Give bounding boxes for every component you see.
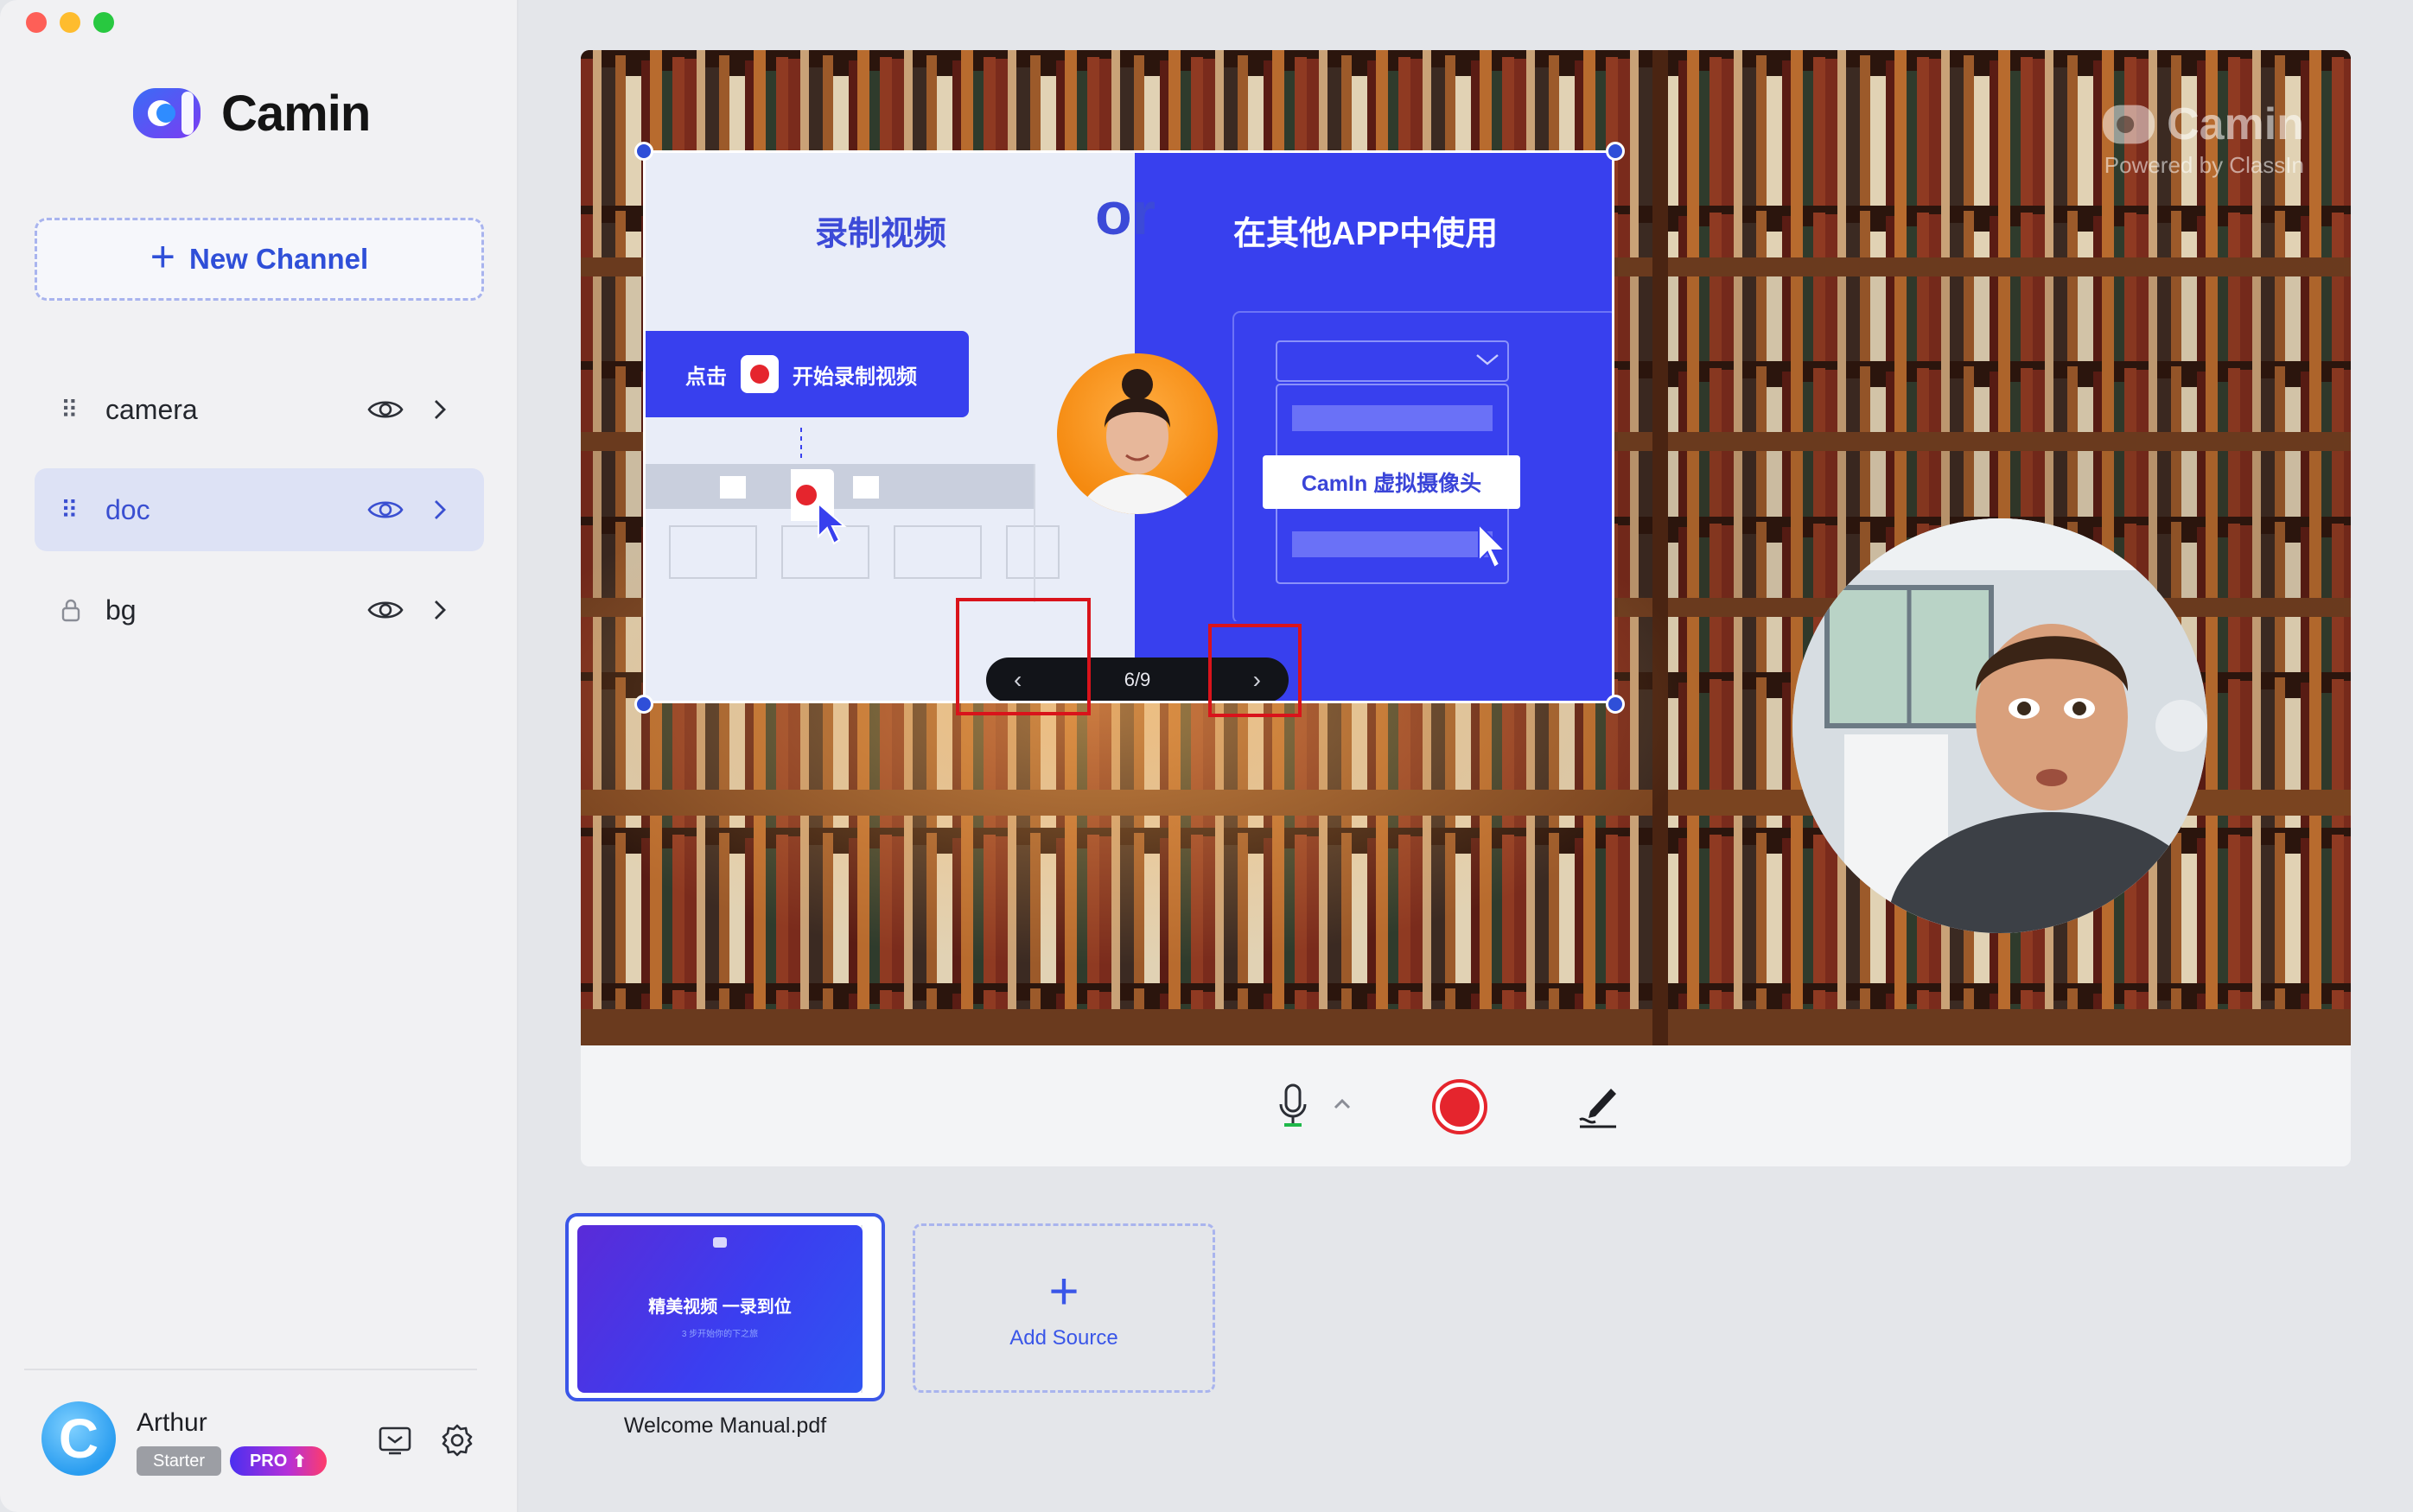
- highlight-box-prev: [956, 598, 1091, 715]
- channel-item-camera[interactable]: ⠿ camera: [35, 368, 484, 451]
- lock-icon: [61, 599, 80, 622]
- app-window: Camin + New Channel ⠿ camera ⠿ doc bg C …: [0, 0, 2413, 1512]
- microphone-icon[interactable]: [1277, 1082, 1308, 1130]
- doc-start-record-text: 开始录制视频: [793, 365, 917, 389]
- eye-icon[interactable]: [366, 597, 404, 623]
- sidebar-divider: [24, 1369, 477, 1370]
- stage-card: Camin Powered by ClassIn 录制视频 or 在其他APP中…: [581, 50, 2351, 1166]
- close-window-button[interactable]: [26, 12, 47, 33]
- watermark-subtitle: Powered by ClassIn: [2104, 152, 2304, 178]
- app-brand: Camin: [131, 83, 371, 143]
- add-source-button[interactable]: + Add Source: [913, 1223, 1215, 1393]
- settings-gear-icon[interactable]: [439, 1422, 475, 1458]
- eye-icon[interactable]: [366, 497, 404, 523]
- camin-watermark: Camin Powered by ClassIn: [2101, 98, 2304, 179]
- record-cursor-illustration: [791, 428, 847, 545]
- plus-icon: +: [1048, 1262, 1079, 1320]
- camera-feed-circle[interactable]: [1792, 518, 2207, 933]
- camin-watermark-logo-icon: [2102, 105, 2155, 144]
- chevron-up-icon[interactable]: [1333, 1097, 1352, 1111]
- camin-logo-icon: [133, 88, 201, 138]
- channel-item-doc[interactable]: ⠿ doc: [35, 468, 484, 551]
- record-mini-icon: [741, 355, 779, 393]
- feedback-icon[interactable]: [377, 1422, 413, 1458]
- arrow-up-icon: ⬆: [292, 1452, 308, 1471]
- record-button[interactable]: [1431, 1078, 1488, 1135]
- add-source-label: Add Source: [1009, 1326, 1118, 1350]
- app-name: Camin: [221, 85, 371, 142]
- chevron-right-icon[interactable]: [430, 497, 449, 523]
- presenter-photo: [1057, 353, 1218, 514]
- channel-item-bg[interactable]: bg: [35, 569, 484, 651]
- resize-handle-bottom-left[interactable]: [634, 695, 653, 714]
- thumb-title: 精美视频 一录到位: [648, 1298, 792, 1317]
- chevron-right-icon[interactable]: [430, 397, 449, 422]
- doc-or-text: or: [1095, 180, 1156, 247]
- source-thumbnail: 精美视频 一录到位 3 步开始你的下之旅: [577, 1225, 863, 1393]
- window-controls: [26, 12, 114, 33]
- user-name: Arthur: [137, 1408, 207, 1437]
- chevron-right-icon[interactable]: [430, 597, 449, 623]
- avatar[interactable]: C: [41, 1401, 116, 1476]
- maximize-window-button[interactable]: [93, 12, 114, 33]
- user-panel: C Arthur Starter PRO ⬆: [41, 1401, 491, 1484]
- doc-camin-virtual-camera-button: CamIn 虚拟摄像头: [1263, 455, 1520, 509]
- thumb-page-stack: [861, 1225, 878, 1393]
- doc-right-title: 在其他APP中使用: [1233, 216, 1499, 252]
- channel-label: camera: [105, 393, 198, 425]
- resize-handle-top-left[interactable]: [634, 142, 653, 161]
- new-channel-button[interactable]: + New Channel: [35, 218, 484, 301]
- sidebar: Camin + New Channel ⠿ camera ⠿ doc bg C …: [0, 0, 519, 1512]
- page-indicator: 6/9: [1124, 669, 1151, 690]
- doc-left-title: 录制视频: [815, 216, 947, 252]
- channel-label: bg: [105, 594, 137, 626]
- doc-start-record-banner: 点击 开始录制视频: [646, 331, 969, 417]
- plan-badge: Starter: [137, 1446, 221, 1476]
- watermark-title: Camin: [2167, 99, 2304, 149]
- new-channel-label: New Channel: [189, 243, 369, 275]
- upgrade-pro-label: PRO: [249, 1451, 288, 1471]
- eye-icon[interactable]: [366, 397, 404, 422]
- annotate-pen-icon[interactable]: [1576, 1082, 1620, 1130]
- doc-click-text: 点击: [685, 365, 727, 389]
- source-label: Welcome Manual.pdf: [623, 1414, 827, 1438]
- minimize-window-button[interactable]: [60, 12, 80, 33]
- upgrade-pro-badge[interactable]: PRO ⬆: [230, 1446, 327, 1476]
- preview-canvas: Camin Powered by ClassIn 录制视频 or 在其他APP中…: [581, 50, 2351, 1045]
- recording-controls: [581, 1045, 2351, 1166]
- resize-handle-bottom-right[interactable]: [1606, 695, 1625, 714]
- source-item-welcome-manual[interactable]: 精美视频 一录到位 3 步开始你的下之旅: [565, 1213, 885, 1401]
- resize-handle-top-right[interactable]: [1606, 142, 1625, 161]
- highlight-box-next: [1208, 624, 1302, 717]
- thumb-logo-icon: [713, 1237, 727, 1248]
- thumb-subtitle: 3 步开始你的下之旅: [681, 1330, 759, 1339]
- channel-label: doc: [105, 493, 150, 525]
- drag-handle-icon[interactable]: ⠿: [60, 396, 86, 424]
- plus-icon: +: [150, 232, 175, 281]
- drag-handle-icon[interactable]: ⠿: [60, 496, 86, 524]
- document-layer[interactable]: 录制视频 or 在其他APP中使用 点击 开始录制视频 CamIn 虚拟摄像头 …: [643, 150, 1614, 703]
